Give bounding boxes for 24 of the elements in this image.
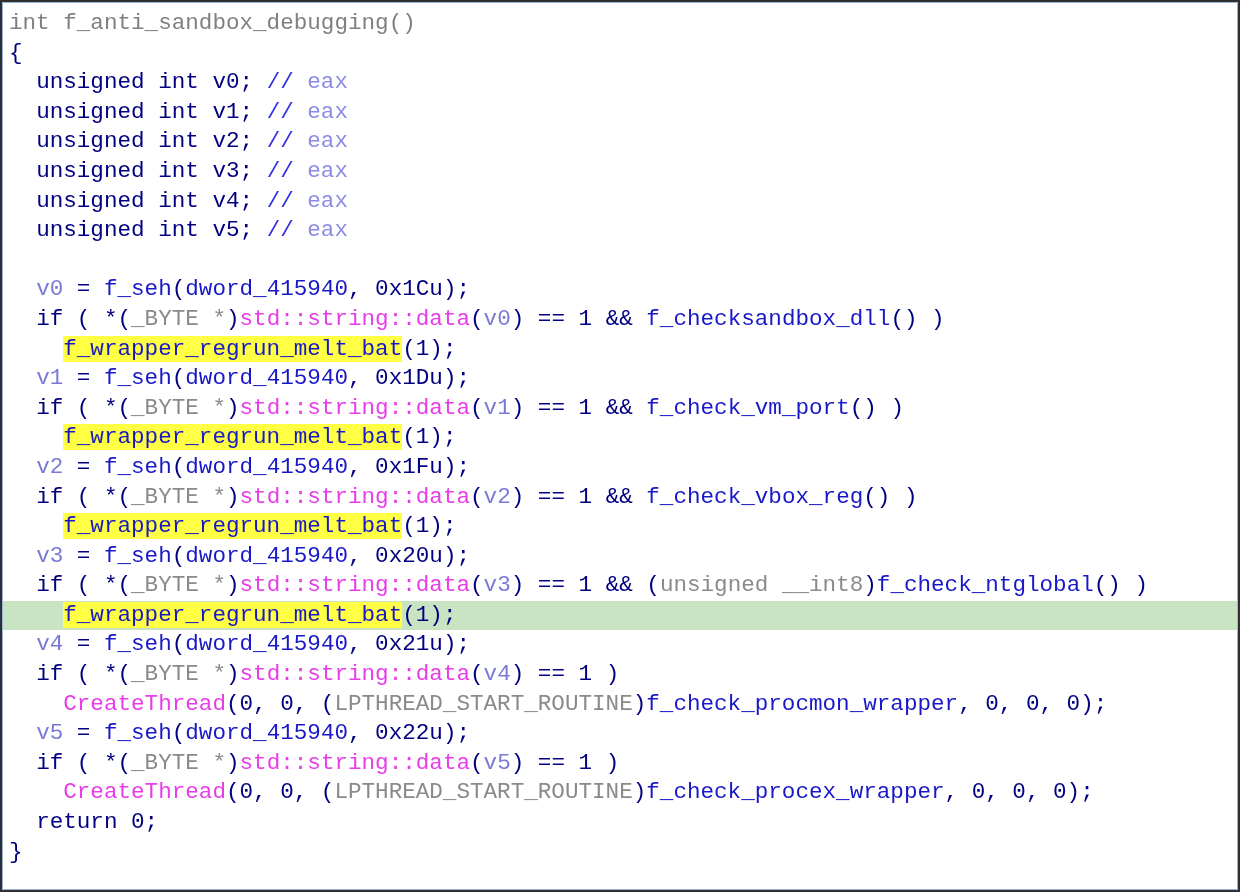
code-line: unsigned int v2; // eax bbox=[35, 127, 349, 157]
code-line: unsigned int v5; // eax bbox=[35, 216, 349, 246]
code-line: if ( *(_BYTE *)std::string::data(v3) == 1 && (unsigned __int8)f_check_ntglobal() ) bbox=[35, 571, 1149, 601]
code-line: CreateThread(0, 0, (LPTHREAD_START_ROUTINE)f_check_procmon_wrapper, 0, 0, 0); bbox=[62, 689, 1109, 719]
code-line: { bbox=[8, 38, 24, 68]
code-line: v2 = f_seh(dword_415940, 0x1Fu); bbox=[35, 452, 472, 482]
code-line: } bbox=[8, 837, 24, 867]
code-line: if ( *(_BYTE *)std::string::data(v1) == 1 && f_check_vm_port() ) bbox=[35, 393, 905, 423]
code-line: if ( *(_BYTE *)std::string::data(v4) == 1 ) bbox=[35, 660, 621, 690]
code-line: if ( *(_BYTE *)std::string::data(v0) == 1 && f_checksandbox_dll() ) bbox=[35, 304, 946, 334]
code-line: unsigned int v3; // eax bbox=[35, 156, 349, 186]
code-line: if ( *(_BYTE *)std::string::data(v2) == 1 && f_check_vbox_reg() ) bbox=[35, 482, 919, 512]
code-line: unsigned int v0; // eax bbox=[35, 68, 349, 98]
code-line: CreateThread(0, 0, (LPTHREAD_START_ROUTINE)f_check_procex_wrapper, 0, 0, 0); bbox=[62, 778, 1095, 808]
code-line: return 0; bbox=[35, 808, 160, 838]
code-line: v0 = f_seh(dword_415940, 0x1Cu); bbox=[35, 275, 472, 305]
code-line: v4 = f_seh(dword_415940, 0x21u); bbox=[35, 630, 472, 660]
code-line: if ( *(_BYTE *)std::string::data(v5) == 1 ) bbox=[35, 748, 621, 778]
code-line: v5 = f_seh(dword_415940, 0x22u); bbox=[35, 719, 472, 749]
code-line: v1 = f_seh(dword_415940, 0x1Du); bbox=[35, 364, 472, 394]
code-line: unsigned int v1; // eax bbox=[35, 97, 349, 127]
code-line: int f_anti_sandbox_debugging() bbox=[8, 9, 417, 38]
code-line: unsigned int v4; // eax bbox=[35, 186, 349, 216]
code-line: v3 = f_seh(dword_415940, 0x20u); bbox=[35, 541, 472, 571]
